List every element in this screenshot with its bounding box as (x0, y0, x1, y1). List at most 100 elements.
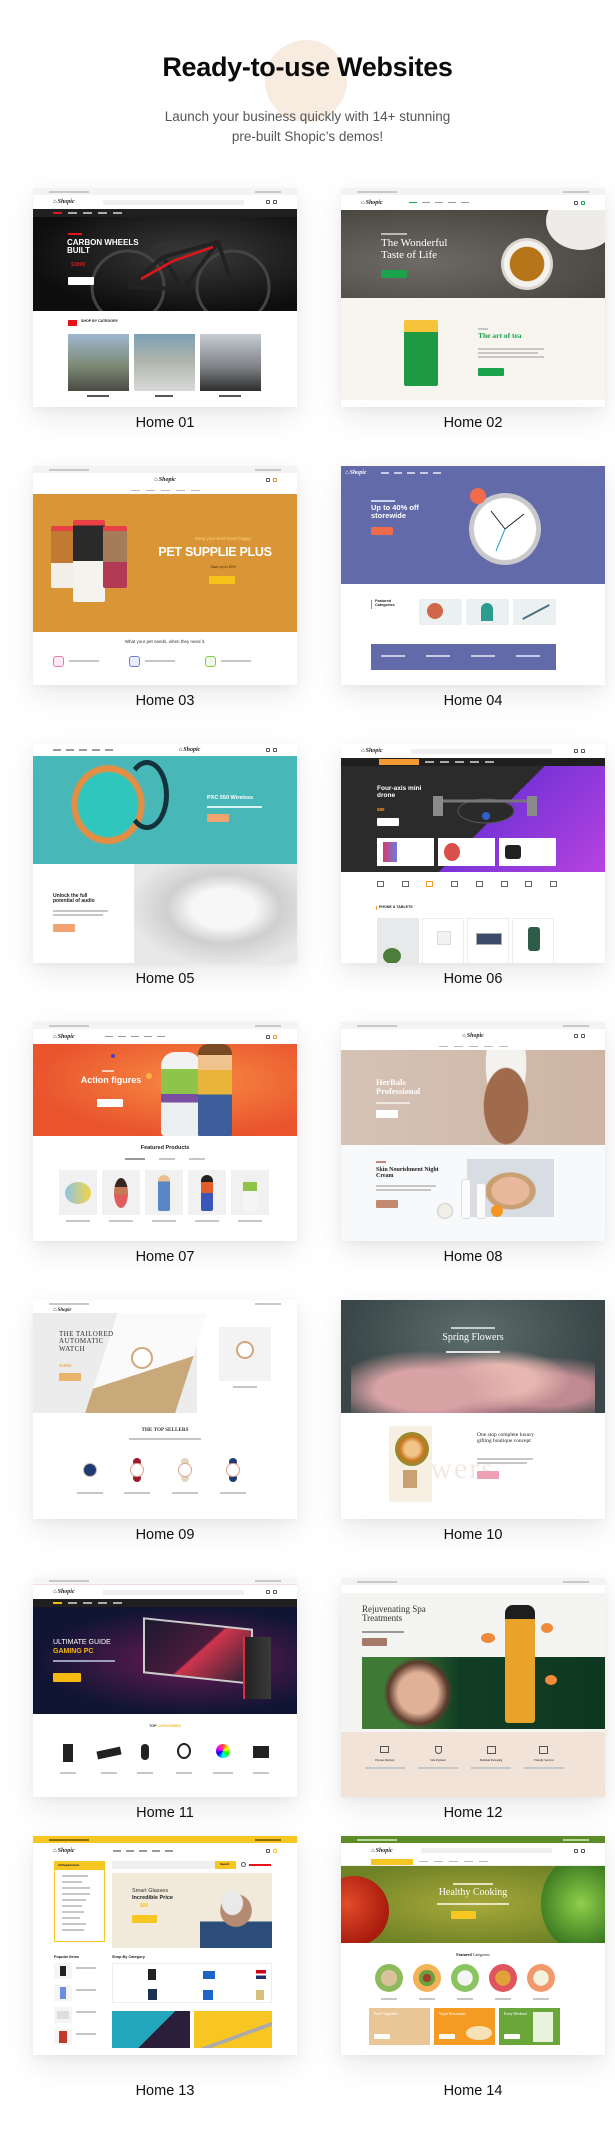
demo-nav (341, 1043, 605, 1050)
product-card (59, 1170, 97, 1215)
cooling-fan-image (216, 1744, 230, 1758)
product-tabs[interactable] (125, 1158, 205, 1160)
section-title: Unlock the full potential of audio (53, 893, 95, 905)
demo-card-home-01[interactable]: Shopic CARBON WHEELS BUILT $1899 SHOP BY… (33, 188, 297, 407)
shop-now-button[interactable] (376, 1110, 398, 1118)
search-button[interactable]: Search (215, 1861, 236, 1869)
gaming-monitor-image (143, 1617, 253, 1685)
all-departments-button[interactable] (379, 759, 419, 765)
teapot-image (546, 210, 605, 250)
section-title: Shop By Category (112, 1955, 145, 1959)
section-title: SHOP BY CATEGORY (81, 319, 119, 323)
promo-fresh-vegetables[interactable]: Fresh Vegetables (369, 2008, 430, 2045)
product-card (102, 1170, 140, 1215)
shop-now-button[interactable] (371, 527, 393, 535)
hero-price: $89 (377, 807, 385, 812)
demo-top-categories: TOP CATEGORIES (33, 1714, 297, 1795)
promo-vegan-restaurants[interactable]: Vegan Restaurants (434, 2008, 495, 2045)
demo-label[interactable]: Home 01 (33, 415, 297, 431)
cream-bottles-image (476, 1183, 486, 1219)
demo-label[interactable]: Home 06 (341, 971, 605, 987)
demo-header: Shopic (33, 744, 297, 756)
demo-categories: SHOP BY CATEGORY (33, 311, 297, 407)
demo-label[interactable]: Home 04 (341, 693, 605, 709)
demo-card-home-08[interactable]: Shopic HerBals Professional Skin Nourish… (341, 1022, 605, 1241)
demo-label[interactable]: Home 10 (341, 1527, 605, 1543)
all-departments-button[interactable] (371, 1858, 413, 1865)
demo-card-home-10[interactable]: Spring Flowers flowers One stop complete… (341, 1300, 605, 1519)
feature-label: Friendly Services (534, 1759, 554, 1762)
section-title: PHONE & TABLETS (379, 905, 413, 909)
demo-label[interactable]: Home 14 (341, 2083, 605, 2099)
brand-logo: Shopic (361, 200, 383, 206)
explore-now-button[interactable] (451, 1911, 476, 1919)
buy-now-button[interactable] (207, 814, 229, 822)
demo-hero: Action figures (33, 1044, 297, 1136)
hero-headline: PXC 550 Wireless (207, 795, 254, 801)
shop-now-button[interactable] (68, 277, 94, 285)
demo-header: Shopic (341, 195, 605, 210)
buy-now-button[interactable] (97, 1099, 123, 1107)
demo-label[interactable]: Home 02 (341, 415, 605, 431)
demo-card-home-05[interactable]: Shopic PXC 550 Wireless Unlock the full … (33, 744, 297, 963)
section-title: Featured Products (140, 1145, 190, 1151)
demo-header: Shopic (33, 473, 297, 487)
demo-label[interactable]: Home 09 (33, 1527, 297, 1543)
keyboard-image (96, 1746, 122, 1760)
demo-card-home-03[interactable]: Shopic Keep your best friend happy PET S… (33, 466, 297, 685)
demo-card-home-06[interactable]: Shopic Four-axis mini drone $89 PHONE & … (341, 744, 605, 963)
product-image (219, 1327, 271, 1381)
category-image (419, 599, 462, 625)
shop-now-button[interactable] (381, 270, 407, 278)
demo-card-home-13[interactable]: Shopic All Departments Search Smart Glas… (33, 1836, 297, 2055)
all-departments-menu[interactable]: All Departments (54, 1861, 105, 1942)
demo-card-home-04[interactable]: Shopic Up to 40% off storewide Featured … (341, 466, 605, 685)
cart-icon (574, 200, 585, 205)
demo-label[interactable]: Home 12 (341, 1805, 605, 1821)
demo-label[interactable]: Home 08 (341, 1249, 605, 1265)
demo-card-home-12[interactable]: Rejuvenating Spa Treatments Express Deli… (341, 1578, 605, 1797)
demo-card-home-11[interactable]: Shopic ULTIMATE GUIDE GAMING PC TOP CATE… (33, 1578, 297, 1797)
shop-now-button[interactable] (59, 1373, 81, 1381)
cream-bottles-image (461, 1179, 471, 1219)
cart-icon (574, 1034, 585, 1038)
demo-hero: Keep your best friend happy PET SUPPLIE … (33, 494, 297, 632)
search-input[interactable] (112, 1861, 215, 1869)
explore-product-button[interactable] (478, 368, 504, 376)
shop-now-button[interactable] (377, 818, 399, 826)
category-circle (375, 1964, 403, 1992)
demo-hero: Spring Flowers (341, 1300, 605, 1413)
demo-label[interactable]: Home 11 (33, 1805, 297, 1821)
cart-icon (266, 1034, 277, 1039)
view-collection-button[interactable] (53, 924, 75, 932)
demo-label[interactable]: Home 13 (33, 2083, 297, 2099)
lettuce-image (541, 1866, 605, 1943)
demo-card-home-09[interactable]: Shopic THE TAILORED AUTOMATIC WATCH $188… (33, 1300, 297, 1519)
demo-card-home-02[interactable]: Shopic The Wonderful Taste of Life The a… (341, 188, 605, 407)
demo-label[interactable]: Home 05 (33, 971, 297, 987)
demo-hero: Shopic Up to 40% off storewide (341, 466, 605, 584)
mouse-image (141, 1744, 149, 1760)
hero-price: $1885 (59, 1363, 72, 1368)
learn-more-button[interactable] (477, 1471, 499, 1479)
learn-more-button[interactable] (376, 1200, 398, 1208)
explore-more-button[interactable] (132, 1915, 157, 1923)
demo-card-home-07[interactable]: Shopic Action figures Featured Products (33, 1022, 297, 1241)
subtitle-line-1: Launch your business quickly with 14+ st… (164, 109, 451, 124)
demo-label[interactable]: Home 03 (33, 693, 297, 709)
product-card (467, 918, 509, 963)
learn-more-button[interactable] (53, 1673, 81, 1682)
flower-vase-image (389, 1426, 432, 1502)
promo-every-weekend[interactable]: Every Weekend (499, 2008, 560, 2045)
feature-label: Premium Packaging (479, 1759, 503, 1762)
demo-label[interactable]: Home 07 (33, 1249, 297, 1265)
shop-now-button[interactable] (209, 576, 235, 584)
demo-nav (341, 758, 605, 766)
promo-smart-tv[interactable] (112, 2011, 190, 2048)
demo-header: Shopic (33, 1585, 297, 1599)
shop-now-button[interactable] (362, 1638, 387, 1646)
demo-card-home-14[interactable]: Shopic Healthy Cooking Featured Categori… (341, 1836, 605, 2055)
promo-macbook[interactable] (194, 2011, 272, 2048)
category-circle (413, 1964, 441, 1992)
section-title: TOP CATEGORIES (149, 1724, 181, 1728)
